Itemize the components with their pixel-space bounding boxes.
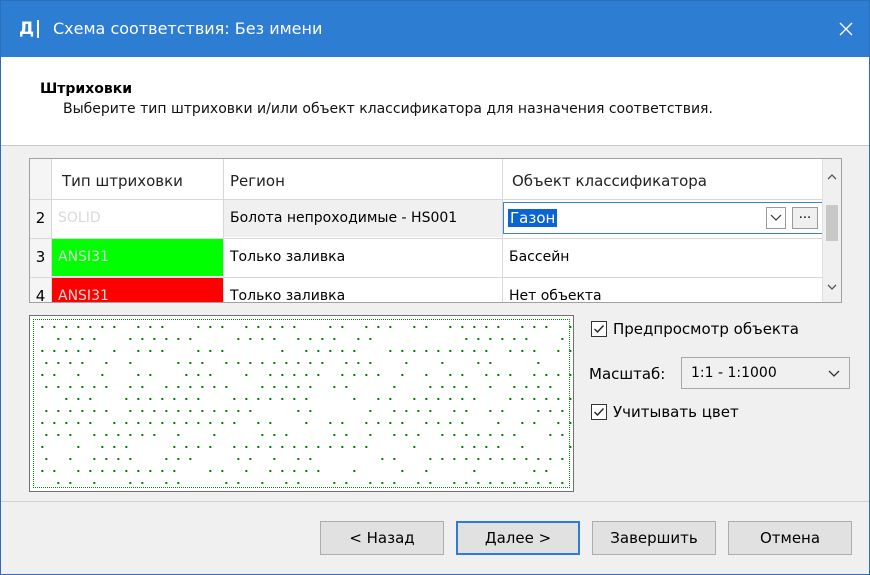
window-title: Схема соответствия: Без имени (53, 19, 323, 38)
scale-value: 1:1 - 1:1000 (691, 365, 777, 381)
finish-button[interactable]: Завершить (592, 521, 716, 555)
chevron-down-icon (828, 370, 840, 377)
classifier-object-editor[interactable]: Газон ... (503, 202, 823, 234)
region-cell[interactable]: Только заливка (224, 278, 502, 302)
classifier-object-cell[interactable]: Нет объекта (503, 278, 823, 302)
hatch-type-cell[interactable]: SOLID (52, 200, 223, 237)
page-title: Штриховки (40, 81, 133, 97)
row-number: 4 (35, 287, 46, 303)
use-color-checkbox[interactable]: Учитывать цвет (591, 403, 739, 421)
classifier-dropdown-button[interactable] (766, 207, 786, 229)
browse-button[interactable]: ... (792, 207, 818, 229)
chevron-up-icon (827, 173, 837, 179)
title-bar: Д Схема соответствия: Без имени (1, 1, 869, 57)
chevron-down-icon (770, 214, 782, 221)
classifier-object-value[interactable]: Газон (508, 209, 558, 227)
scroll-down-button[interactable] (823, 278, 841, 296)
table-row[interactable]: 4 ANSI31 Только заливка Нет объекта (30, 277, 825, 303)
hatch-pattern (41, 326, 572, 484)
wizard-header: Штриховки Выберите тип штриховки и/или о… (1, 57, 869, 146)
app-icon-letter: Д (19, 19, 35, 39)
scale-label: Масштаб: (589, 365, 666, 383)
row-number: 3 (35, 248, 46, 266)
cancel-button[interactable]: Отмена (728, 521, 852, 555)
preview-object-label: Предпросмотр объекта (613, 320, 799, 338)
table-row[interactable]: 3 ANSI31 Только заливка Бассейн (30, 238, 825, 277)
checkmark-icon (594, 408, 605, 417)
app-icon: Д (19, 18, 39, 40)
hatch-preview (29, 315, 574, 492)
back-button[interactable]: < Назад (320, 521, 444, 555)
mapping-grid[interactable]: Тип штриховки Регион Объект классификато… (29, 158, 842, 303)
checkbox-box[interactable] (591, 321, 607, 337)
page-subtitle: Выберите тип штриховки и/или объект клас… (63, 101, 713, 117)
scale-select[interactable]: 1:1 - 1:1000 (681, 357, 850, 389)
use-color-label: Учитывать цвет (613, 403, 739, 421)
close-icon (839, 22, 853, 36)
chevron-down-icon (827, 284, 837, 290)
dialog-window: Д Схема соответствия: Без имени Штриховк… (0, 0, 870, 575)
table-row[interactable]: 2 SOLID Болота непроходимые - HS001 Газо… (30, 199, 825, 238)
column-header-object[interactable]: Объект классификатора (512, 159, 707, 199)
scroll-thumb[interactable] (826, 205, 838, 241)
hatch-type-cell[interactable]: ANSI31 (52, 278, 223, 302)
preview-object-checkbox[interactable]: Предпросмотр объекта (591, 320, 799, 338)
checkmark-icon (594, 325, 605, 334)
scroll-up-button[interactable] (823, 167, 841, 185)
footer-divider (1, 501, 869, 502)
close-button[interactable] (823, 1, 869, 57)
row-number: 2 (35, 209, 46, 227)
region-cell[interactable]: Болота непроходимые - HS001 (224, 200, 502, 237)
checkbox-box[interactable] (591, 404, 607, 420)
hatch-type-cell[interactable]: ANSI31 (52, 239, 223, 276)
column-header-hatch[interactable]: Тип штриховки (62, 159, 183, 199)
next-button[interactable]: Далее > (456, 521, 580, 555)
region-cell[interactable]: Только заливка (224, 239, 502, 276)
classifier-object-cell[interactable]: Бассейн (503, 239, 823, 276)
column-header-region[interactable]: Регион (230, 159, 285, 199)
grid-scrollbar[interactable] (822, 159, 841, 302)
